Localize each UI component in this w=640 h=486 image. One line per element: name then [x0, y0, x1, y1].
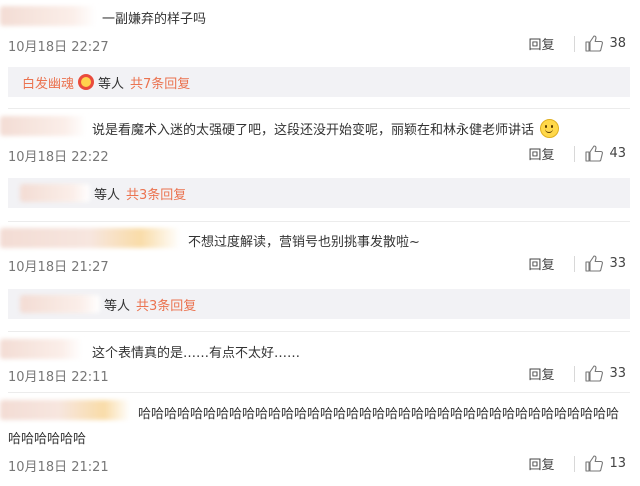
like-button[interactable]: 13	[585, 455, 626, 472]
thread-others: 等人	[94, 187, 121, 203]
divider	[574, 365, 576, 382]
like-button[interactable]: 33	[585, 365, 626, 382]
comment-timestamp: 10月18日 21:21	[8, 460, 109, 475]
like-count: 33	[609, 256, 626, 271]
commenter-avatar-name[interactable]	[0, 400, 130, 420]
comment-timestamp: 10月18日 22:27	[8, 40, 109, 55]
reply-thread[interactable]: 等人 共3条回复	[8, 289, 630, 319]
divider	[8, 331, 630, 332]
commenter-avatar-name[interactable]	[0, 228, 180, 248]
like-count: 13	[609, 456, 626, 471]
commenter-avatar-name[interactable]	[0, 116, 86, 136]
comment-timestamp: 10月18日 22:11	[8, 370, 109, 385]
like-button[interactable]: 38	[585, 35, 626, 52]
divider	[8, 108, 630, 109]
comment-text: 不想过度解读，营销号也别挑事发散啦~	[188, 235, 420, 250]
commenter-avatar-name[interactable]	[0, 6, 96, 26]
user-badge-icon	[78, 74, 95, 90]
divider	[574, 145, 576, 162]
comment-text-line2: 哈哈哈哈哈哈	[8, 432, 87, 447]
thread-others: 等人	[104, 298, 131, 314]
comment-text-line1: 哈哈哈哈哈哈哈哈哈哈哈哈哈哈哈哈哈哈哈哈哈哈哈哈哈哈哈哈哈哈哈哈哈哈哈哈哈	[138, 407, 620, 422]
commenter-avatar-name[interactable]	[0, 339, 82, 359]
divider	[574, 35, 576, 52]
comment-text: 说是看魔术入迷的太强硬了吧，这段还没开始变呢，丽颖在和林永健老师讲话	[92, 119, 560, 138]
like-count: 38	[609, 36, 626, 51]
thread-username[interactable]	[20, 295, 100, 313]
smiley-emoji-icon	[540, 119, 560, 138]
reply-button[interactable]: 回复	[528, 364, 554, 383]
like-count: 33	[609, 366, 626, 381]
like-button[interactable]: 43	[585, 145, 626, 162]
thumbs-up-icon	[585, 255, 604, 272]
like-button[interactable]: 33	[585, 255, 626, 272]
reply-button[interactable]: 回复	[528, 254, 554, 273]
reply-button[interactable]: 回复	[528, 454, 554, 473]
view-replies-link[interactable]: 共7条回复	[130, 73, 190, 92]
divider	[574, 455, 576, 472]
comment-timestamp: 10月18日 21:27	[8, 260, 109, 275]
reply-thread[interactable]: 白发幽魂 等人 共7条回复	[8, 67, 630, 97]
divider	[8, 221, 630, 222]
comment-text: 这个表情真的是……有点不太好……	[92, 346, 301, 361]
view-replies-link[interactable]: 共3条回复	[136, 295, 196, 314]
divider	[8, 392, 630, 393]
thread-username[interactable]: 白发幽魂	[22, 73, 74, 92]
divider	[574, 255, 576, 272]
reply-button[interactable]: 回复	[528, 34, 554, 53]
thumbs-up-icon	[585, 365, 604, 382]
reply-thread[interactable]: 等人 共3条回复	[8, 178, 630, 208]
comment-text: 一副嫌弃的样子吗	[102, 12, 207, 27]
thumbs-up-icon	[585, 35, 604, 52]
reply-button[interactable]: 回复	[528, 144, 554, 163]
thumbs-up-icon	[585, 455, 604, 472]
thread-username[interactable]	[20, 184, 90, 202]
comment-timestamp: 10月18日 22:22	[8, 150, 109, 165]
thread-others: 等人	[98, 76, 125, 92]
view-replies-link[interactable]: 共3条回复	[126, 184, 186, 203]
like-count: 43	[609, 146, 626, 161]
thumbs-up-icon	[585, 145, 604, 162]
